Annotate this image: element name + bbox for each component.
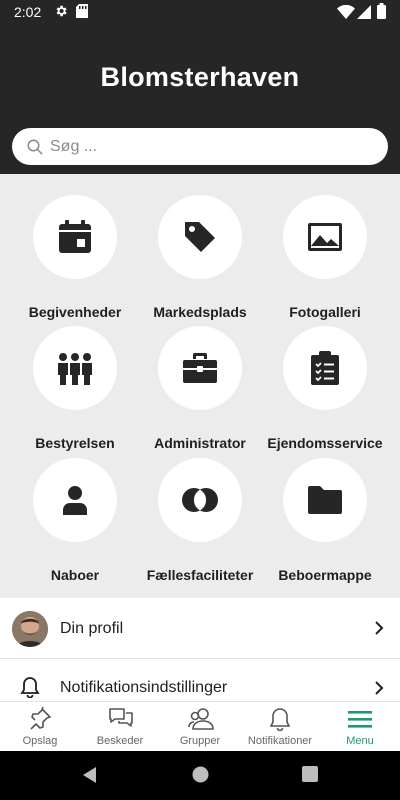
search-icon <box>27 139 43 155</box>
nav-opslag[interactable]: Opslag <box>0 702 80 752</box>
tile-label: Begivenheder <box>28 304 122 320</box>
tile-label: Fællesfaciliteter <box>146 567 254 583</box>
nav-label: Beskeder <box>96 735 144 747</box>
recents-icon[interactable] <box>302 766 318 782</box>
system-navigation-bar <box>0 751 400 800</box>
bottom-navigation: Opslag Beskeder Grupper Notifikationer M… <box>0 701 400 751</box>
tile-icon-circle <box>283 326 367 410</box>
tile-label: Administrator <box>154 435 246 451</box>
tile-icon-circle <box>283 458 367 542</box>
hamburger-icon <box>348 711 372 728</box>
tile-label: Fotogalleri <box>289 304 361 320</box>
nav-grupper[interactable]: Grupper <box>160 702 240 752</box>
chevron-right-icon <box>375 621 384 635</box>
calendar-icon <box>59 220 91 253</box>
settings-list: Din profil Notifikationsindstillinger <box>0 598 400 701</box>
tile-icon-circle <box>158 326 242 410</box>
tile-icon-circle <box>158 195 242 279</box>
people-icon <box>188 708 214 730</box>
tile-fotogalleri[interactable]: Fotogalleri <box>260 195 390 320</box>
pin-icon <box>30 707 51 730</box>
list-item-notification-settings[interactable]: Notifikationsindstillinger <box>0 659 400 701</box>
tag-icon <box>185 222 215 252</box>
list-item-label: Din profil <box>60 620 124 637</box>
intersecting-circles-icon <box>182 488 218 512</box>
home-icon[interactable] <box>192 766 209 783</box>
signal-icon <box>357 5 371 19</box>
nav-beskeder[interactable]: Beskeder <box>80 702 160 752</box>
status-bar: 2:02 <box>0 0 400 24</box>
status-time: 2:02 <box>14 4 42 20</box>
tile-ejendomsservice[interactable]: Ejendomsservice <box>260 326 390 451</box>
avatar <box>12 611 48 647</box>
tile-icon-circle <box>158 458 242 542</box>
battery-icon <box>377 3 386 19</box>
nav-label: Menu <box>346 735 374 747</box>
search-bar[interactable] <box>12 128 388 165</box>
search-input[interactable] <box>50 134 370 159</box>
page-title: Blomsterhaven <box>100 62 300 92</box>
group-icon <box>58 353 92 385</box>
briefcase-icon <box>183 353 217 383</box>
tile-label: Bestyrelsen <box>35 435 115 451</box>
tile-markedsplads[interactable]: Markedsplads <box>135 195 265 320</box>
menu-grid: Begivenheder Markedsplads Fotogalleri Be… <box>0 175 400 595</box>
nav-label: Grupper <box>179 735 221 747</box>
bell-icon <box>20 677 40 698</box>
tile-begivenheder[interactable]: Begivenheder <box>10 195 140 320</box>
tile-icon-circle <box>283 195 367 279</box>
tile-beboermappe[interactable]: Beboermappe <box>260 458 390 583</box>
list-item-label: Notifikationsindstillinger <box>60 679 228 696</box>
tile-label: Naboer <box>50 567 100 583</box>
tile-label: Ejendomsservice <box>267 435 383 451</box>
folder-icon <box>308 486 342 514</box>
tile-icon-circle <box>33 195 117 279</box>
gear-icon <box>56 5 67 17</box>
tile-faellesfaciliteter[interactable]: Fællesfaciliteter <box>135 458 265 583</box>
person-icon <box>63 486 87 515</box>
nav-menu[interactable]: Menu <box>320 702 400 752</box>
clipboard-check-icon <box>311 351 339 385</box>
tile-administrator[interactable]: Administrator <box>135 326 265 451</box>
sd-card-icon <box>76 4 88 18</box>
tile-label: Beboermappe <box>278 567 372 583</box>
chat-icon <box>109 708 133 727</box>
tile-naboer[interactable]: Naboer <box>10 458 140 583</box>
nav-label: Opslag <box>22 735 58 747</box>
tile-label: Markedsplads <box>153 304 247 320</box>
list-item-profile[interactable]: Din profil <box>0 598 400 659</box>
chevron-right-icon <box>375 681 384 695</box>
image-icon <box>308 223 342 251</box>
nav-label: Notifikationer <box>247 735 313 747</box>
app-header: Blomsterhaven <box>0 24 400 174</box>
tile-icon-circle <box>33 326 117 410</box>
nav-notifikationer[interactable]: Notifikationer <box>240 702 320 752</box>
back-icon[interactable] <box>82 766 98 784</box>
wifi-icon <box>337 5 355 19</box>
bell-icon <box>269 708 291 731</box>
tile-icon-circle <box>33 458 117 542</box>
tile-bestyrelsen[interactable]: Bestyrelsen <box>10 326 140 451</box>
